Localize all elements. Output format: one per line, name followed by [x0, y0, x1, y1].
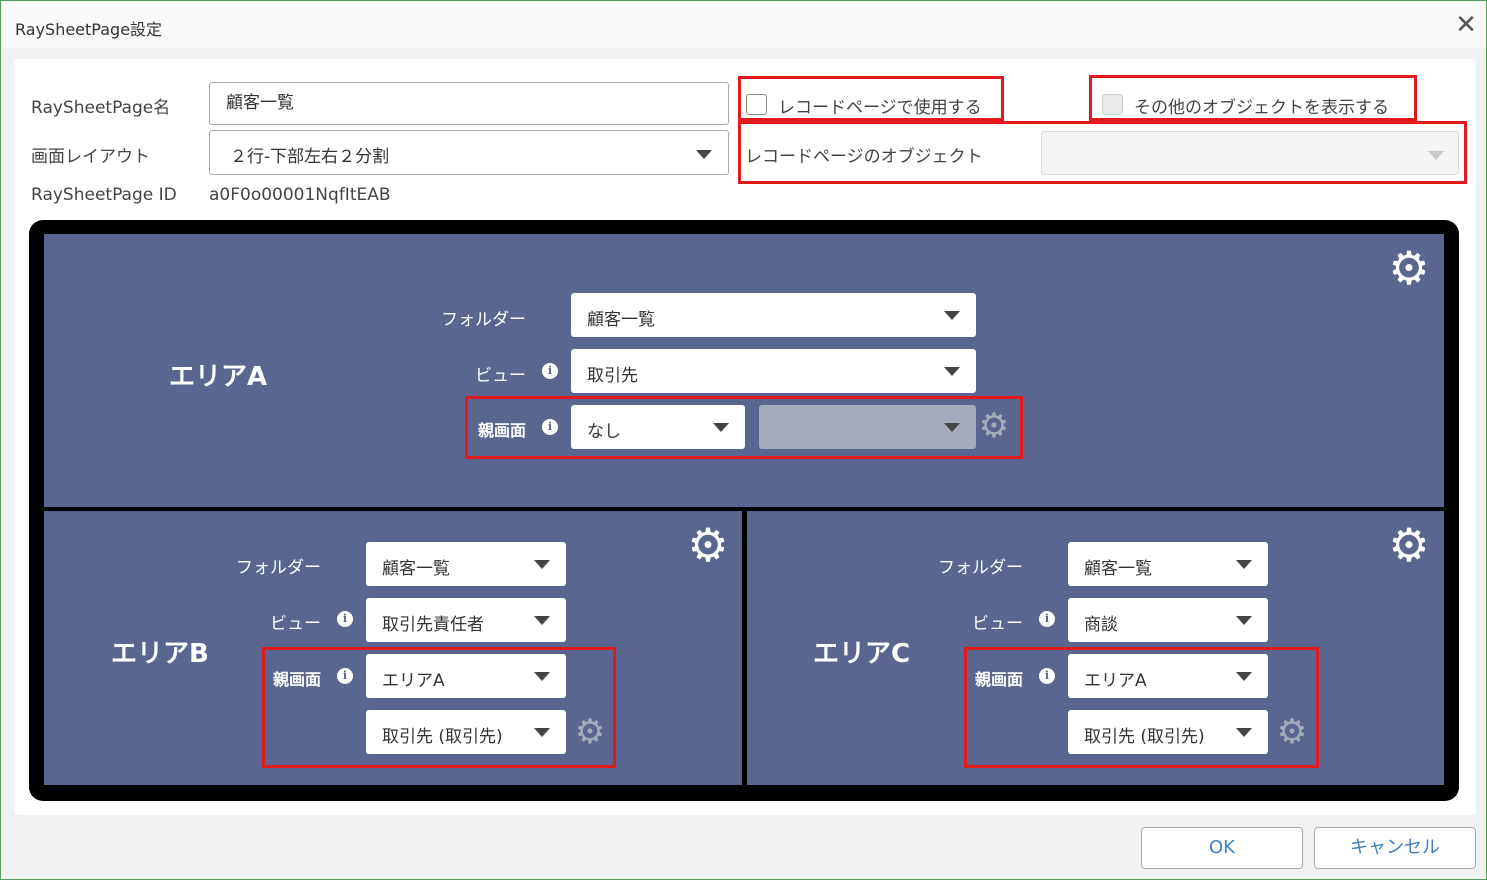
area-c-parent-sub-select[interactable]: 取引先 (取引先) — [1068, 710, 1268, 754]
parent-value: エリアA — [382, 671, 445, 691]
name-label: RaySheetPage名 — [31, 98, 171, 118]
area-b-parent-select[interactable]: エリアA — [366, 654, 566, 698]
folder-label: フォルダー — [938, 558, 1023, 578]
dialog-title: RaySheetPage設定 — [15, 20, 163, 39]
layout-label: 画面レイアウト — [31, 147, 150, 167]
area-a-panel: エリアA フォルダー 顧客一覧 ビュー i 取引先 親画面 i なし ⚙ ⚙ — [44, 234, 1444, 507]
area-a-folder-select[interactable]: 顧客一覧 — [571, 293, 976, 337]
chevron-down-icon — [1236, 560, 1252, 569]
id-label: RaySheetPage ID — [31, 185, 177, 205]
gear-icon[interactable]: ⚙ — [1388, 521, 1430, 569]
chevron-down-icon — [696, 150, 712, 159]
name-input[interactable]: 顧客一覧 — [209, 82, 729, 125]
info-icon[interactable]: i — [337, 611, 353, 627]
parent-label: 親画面 — [974, 670, 1023, 689]
record-page-object-select[interactable] — [1041, 131, 1459, 175]
area-a-parent-select[interactable]: なし — [571, 405, 745, 449]
ok-button[interactable]: OK — [1141, 827, 1303, 869]
info-icon[interactable]: i — [542, 363, 558, 379]
area-a-title: エリアA — [169, 362, 268, 392]
use-record-page-label: レコードページで使用する — [778, 98, 982, 118]
show-other-objects-label: その他のオブジェクトを表示する — [1134, 98, 1389, 118]
view-label: ビュー — [475, 366, 526, 386]
view-label: ビュー — [270, 614, 321, 634]
area-c-parent-select[interactable]: エリアA — [1068, 654, 1268, 698]
gear-icon[interactable]: ⚙ — [1276, 712, 1308, 752]
area-b-title: エリアB — [111, 639, 209, 669]
area-b-folder-select[interactable]: 顧客一覧 — [366, 542, 566, 586]
info-icon[interactable]: i — [1039, 611, 1055, 627]
chevron-down-icon — [534, 728, 550, 737]
title-bar: RaySheetPage設定 ✕ — [2, 2, 1485, 48]
chevron-down-icon — [944, 367, 960, 376]
area-c-title: エリアC — [813, 639, 911, 669]
id-value: a0F0o00001NqfItEAB — [209, 185, 391, 205]
info-icon[interactable]: i — [337, 668, 353, 684]
parent-label: 親画面 — [477, 421, 526, 440]
parent-sub-value: 取引先 (取引先) — [1084, 727, 1205, 747]
chevron-down-icon — [713, 423, 729, 432]
chevron-down-icon — [534, 672, 550, 681]
view-value: 取引先 — [587, 366, 638, 386]
view-label: ビュー — [972, 614, 1023, 634]
chevron-down-icon — [944, 311, 960, 320]
area-c-folder-select[interactable]: 顧客一覧 — [1068, 542, 1268, 586]
gear-icon[interactable]: ⚙ — [1388, 244, 1430, 292]
chevron-down-icon — [534, 616, 550, 625]
view-value: 商談 — [1084, 615, 1118, 635]
area-b-parent-sub-select[interactable]: 取引先 (取引先) — [366, 710, 566, 754]
area-a-parent-sub-select[interactable] — [759, 405, 976, 449]
gear-icon[interactable]: ⚙ — [978, 406, 1010, 446]
layout-preview: エリアA フォルダー 顧客一覧 ビュー i 取引先 親画面 i なし ⚙ ⚙ エ… — [29, 220, 1459, 801]
layout-select-value: ２行-下部左右２分割 — [230, 147, 390, 167]
use-record-page-checkbox[interactable] — [746, 94, 767, 115]
chevron-down-icon — [944, 423, 960, 432]
parent-label: 親画面 — [272, 670, 321, 689]
gear-icon[interactable]: ⚙ — [687, 521, 729, 569]
folder-value: 顧客一覧 — [587, 310, 655, 330]
area-c-panel: エリアC フォルダー 顧客一覧 ビュー i 商談 親画面 i エリアA 取引先 … — [747, 511, 1444, 785]
gear-icon[interactable]: ⚙ — [574, 712, 606, 752]
parent-sub-value: 取引先 (取引先) — [382, 727, 503, 747]
folder-label: フォルダー — [236, 558, 321, 578]
area-b-panel: エリアB フォルダー 顧客一覧 ビュー i 取引先責任者 親画面 i エリアA … — [44, 511, 742, 785]
layout-select[interactable]: ２行-下部左右２分割 — [209, 130, 729, 175]
chevron-down-icon — [1236, 728, 1252, 737]
chevron-down-icon — [1236, 616, 1252, 625]
folder-label: フォルダー — [441, 310, 526, 330]
chevron-down-icon — [1236, 672, 1252, 681]
view-value: 取引先責任者 — [382, 615, 484, 635]
cancel-button[interactable]: キャンセル — [1314, 827, 1476, 869]
info-icon[interactable]: i — [1039, 668, 1055, 684]
info-icon[interactable]: i — [542, 419, 558, 435]
folder-value: 顧客一覧 — [382, 559, 450, 579]
show-other-objects-checkbox[interactable] — [1102, 94, 1123, 115]
dialog-window: RaySheetPage設定 ✕ RaySheetPage名 顧客一覧 レコード… — [0, 0, 1487, 880]
record-page-object-label: レコードページのオブジェクト — [745, 147, 983, 167]
area-a-view-select[interactable]: 取引先 — [571, 349, 976, 393]
parent-value: なし — [587, 422, 621, 442]
close-icon[interactable]: ✕ — [1450, 8, 1482, 42]
parent-value: エリアA — [1084, 671, 1147, 691]
folder-value: 顧客一覧 — [1084, 559, 1152, 579]
area-c-view-select[interactable]: 商談 — [1068, 598, 1268, 642]
chevron-down-icon — [1428, 151, 1444, 160]
chevron-down-icon — [534, 560, 550, 569]
area-b-view-select[interactable]: 取引先責任者 — [366, 598, 566, 642]
